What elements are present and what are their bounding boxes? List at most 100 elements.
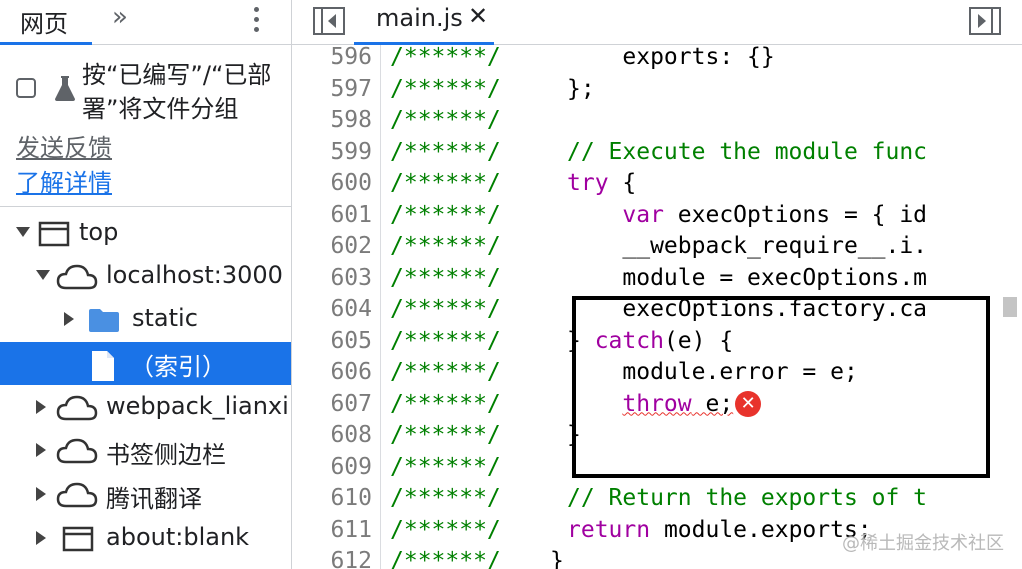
divider xyxy=(0,206,291,207)
send-feedback-link[interactable]: 发送反馈 xyxy=(16,128,112,163)
expand-triangle-icon[interactable] xyxy=(36,531,46,545)
tree-item-label: 书签侧边栏 xyxy=(106,441,226,469)
line-number[interactable]: 599 xyxy=(292,137,372,169)
tree-item-label: 腾讯翻译 xyxy=(106,485,202,513)
webpack-comment-marker: /******/ xyxy=(390,548,501,569)
line-number[interactable]: 606 xyxy=(292,357,372,389)
webpack-comment-marker: /******/ xyxy=(390,107,501,133)
expand-triangle-icon[interactable] xyxy=(64,312,74,326)
webpack-comment-marker: /******/ xyxy=(390,390,501,417)
cloud-icon xyxy=(56,438,98,470)
tree-item[interactable]: top xyxy=(0,213,291,256)
collapse-triangle-icon[interactable] xyxy=(16,227,30,237)
tab-main-js[interactable]: main.js ✕ xyxy=(354,0,494,45)
editor-panel: main.js ✕ 596 /******/ exports: {} 597 /***… xyxy=(292,0,1022,569)
webpack-comment-marker: /******/ xyxy=(390,44,501,70)
line-number[interactable]: 602 xyxy=(292,231,372,263)
tree-item-label: static xyxy=(132,304,198,332)
webpack-comment-marker: /******/ xyxy=(390,422,501,448)
tree-item[interactable]: 书签侧边栏 xyxy=(0,430,291,473)
more-options-icon[interactable] xyxy=(248,2,264,38)
active-tab-indicator xyxy=(0,42,92,45)
file-icon xyxy=(90,350,116,388)
webpack-comment-marker: /******/ xyxy=(390,327,501,354)
line-number[interactable]: 611 xyxy=(292,515,372,547)
tree-item[interactable]: static xyxy=(0,299,291,342)
window-icon xyxy=(62,526,94,558)
window-icon xyxy=(38,221,70,253)
group-by-authored-checkbox[interactable] xyxy=(16,78,36,98)
group-by-authored-label: 按“已编写”/“已部署”将文件分组 xyxy=(82,61,272,123)
code-line[interactable]: 600 /******/ try { xyxy=(292,168,1022,200)
toggle-navigator-icon[interactable] xyxy=(312,6,346,36)
navigator-panel: 网页 » 按“已编写”/“已部署”将文件分组 发送反馈 了解详情 top loca… xyxy=(0,0,292,569)
tree-item-label: top xyxy=(79,218,119,246)
code-line[interactable]: 598 /******/ xyxy=(292,105,1022,137)
code-editor[interactable]: 596 /******/ exports: {} 597 /******/}; 598 /… xyxy=(292,42,1022,569)
line-number[interactable]: 596 xyxy=(292,42,372,74)
line-number[interactable]: 598 xyxy=(292,105,372,137)
code-line[interactable]: 601 /******/ var execOptions = { id xyxy=(292,200,1022,232)
tab-page-label: 网页 xyxy=(20,10,68,38)
close-tab-icon[interactable]: ✕ xyxy=(468,2,488,30)
cloud-icon xyxy=(56,395,98,427)
code-text: } xyxy=(550,548,564,569)
webpack-comment-marker: /******/ xyxy=(390,485,501,511)
toggle-debugger-icon[interactable] xyxy=(968,6,1002,36)
code-text: var execOptions = { id xyxy=(622,201,928,228)
learn-more-link[interactable]: 了解详情 xyxy=(16,163,112,198)
expand-triangle-icon[interactable] xyxy=(36,443,46,457)
more-tabs-chevron-icon[interactable]: » xyxy=(112,2,128,32)
tree-item[interactable]: localhost:3000 xyxy=(0,256,291,299)
webpack-comment-marker: /******/ xyxy=(390,75,501,102)
line-number[interactable]: 609 xyxy=(292,452,372,484)
webpack-comment-marker: /******/ xyxy=(390,201,501,228)
code-line[interactable]: 603 /******/ module = execOptions.m xyxy=(292,263,1022,295)
expand-triangle-icon[interactable] xyxy=(36,400,46,414)
line-number[interactable]: 600 xyxy=(292,168,372,200)
line-number[interactable]: 612 xyxy=(292,546,372,569)
tree-item-label: localhost:3000 xyxy=(106,261,283,289)
watermark: @稀土掘金技术社区 xyxy=(842,533,1004,554)
folder-icon xyxy=(88,307,120,339)
webpack-comment-marker: /******/ xyxy=(390,296,501,322)
webpack-comment-marker: /******/ xyxy=(390,233,501,259)
file-tab-label: main.js xyxy=(376,4,463,32)
tree-item[interactable]: 腾讯翻译 xyxy=(0,474,291,517)
line-number[interactable]: 603 xyxy=(292,263,372,295)
cloud-icon xyxy=(56,482,98,514)
editor-tabbar: main.js ✕ xyxy=(292,0,1022,45)
cloud-icon xyxy=(56,264,98,296)
code-line[interactable]: 602 /******/ __webpack_require__.i. xyxy=(292,231,1022,263)
tab-page[interactable]: 网页 xyxy=(0,0,92,45)
line-number[interactable]: 601 xyxy=(292,200,372,232)
code-text: try { xyxy=(567,170,637,196)
horizontal-scroll-thumb[interactable] xyxy=(1003,297,1017,317)
line-number[interactable]: 607 xyxy=(292,389,372,421)
tree-item[interactable]: webpack_lianxi xyxy=(0,387,291,430)
code-text: // Return the exports of t xyxy=(567,485,928,511)
code-line[interactable]: 610 /******/ // Return the exports of t xyxy=(292,483,1022,515)
tree-item[interactable]: about:blank xyxy=(0,518,291,561)
line-number[interactable]: 605 xyxy=(292,326,372,358)
code-text: exports: {} xyxy=(567,44,775,70)
code-line[interactable]: 597 /******/}; xyxy=(292,74,1022,106)
code-text: return module.exports; xyxy=(567,516,872,543)
line-number[interactable]: 604 xyxy=(292,294,372,326)
webpack-comment-marker: /******/ xyxy=(390,516,501,543)
expand-triangle-icon[interactable] xyxy=(36,487,46,501)
line-number[interactable]: 597 xyxy=(292,74,372,106)
collapse-triangle-icon[interactable] xyxy=(36,270,50,280)
webpack-comment-marker: /******/ xyxy=(390,170,501,196)
navigator-tabbar: 网页 » xyxy=(0,0,291,45)
line-number[interactable]: 608 xyxy=(292,420,372,452)
tree-item-label: （索引） xyxy=(130,353,226,381)
webpack-comment-marker: /******/ xyxy=(390,359,501,385)
code-text: // Execute the module func xyxy=(567,138,928,165)
code-line[interactable]: 599 /******/ // Execute the module func xyxy=(292,137,1022,169)
code-line[interactable]: 596 /******/ exports: {} xyxy=(292,42,1022,74)
code-text: }; xyxy=(567,75,595,102)
tree-item[interactable]: （索引） xyxy=(0,342,291,385)
code-text: module = execOptions.m xyxy=(567,264,928,291)
line-number[interactable]: 610 xyxy=(292,483,372,515)
